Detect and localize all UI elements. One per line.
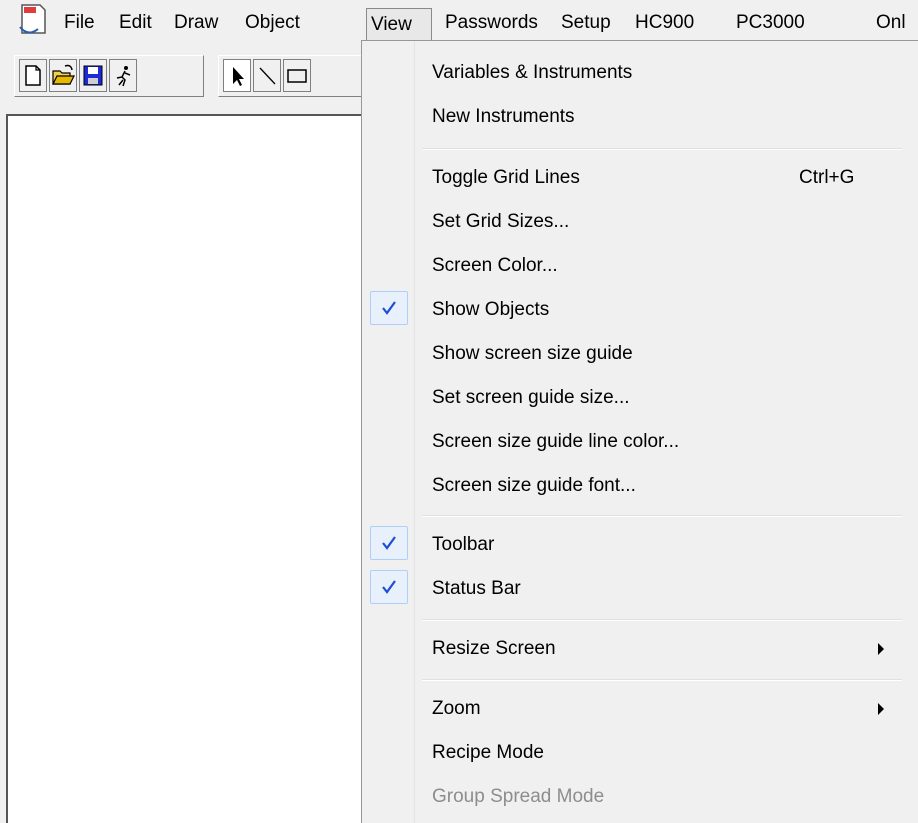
menu-item-set-grid-sizes[interactable]: Set Grid Sizes... — [362, 202, 918, 242]
menu-online[interactable]: Onl — [872, 9, 910, 39]
save-disk-icon — [83, 65, 103, 86]
menu-item-screen-size-guide-line-color[interactable]: Screen size guide line color... — [362, 422, 918, 462]
run-button[interactable] — [109, 59, 137, 92]
menu-item-label: Toolbar — [432, 534, 495, 555]
menu-item-label: Toggle Grid Lines — [432, 167, 580, 188]
menu-item-shortcut: Ctrl+G — [799, 167, 855, 188]
menu-item-group-spread-mode: Group Spread Mode — [362, 777, 918, 817]
menu-separator — [422, 679, 902, 681]
menu-item-label: Resize Screen — [432, 638, 556, 659]
menu-item-label: Screen size guide line color... — [432, 431, 680, 452]
menu-file[interactable]: File — [60, 9, 99, 39]
menu-bar: File Edit Draw Object View Passwords Set… — [0, 0, 918, 42]
menu-separator — [422, 515, 902, 517]
menu-setup[interactable]: Setup — [557, 9, 615, 39]
menu-item-label: Screen Color... — [432, 255, 558, 276]
menu-object[interactable]: Object — [241, 9, 304, 39]
menu-item-variables-instruments[interactable]: Variables & Instruments — [362, 53, 918, 93]
menu-view[interactable]: View — [366, 8, 432, 41]
menu-edit[interactable]: Edit — [115, 9, 156, 39]
app-document-icon[interactable] — [18, 3, 48, 37]
menu-item-show-objects[interactable]: Show Objects — [362, 290, 918, 330]
open-button[interactable] — [49, 59, 77, 92]
new-document-icon — [25, 65, 41, 86]
menu-item-screen-color[interactable]: Screen Color... — [362, 246, 918, 286]
rectangle-tool-icon — [287, 69, 307, 83]
view-menu-dropdown: Variables & Instruments New Instruments … — [361, 40, 918, 823]
menu-item-label: Show screen size guide — [432, 343, 633, 364]
menu-pc3000[interactable]: PC3000 — [732, 9, 809, 39]
menu-hc900[interactable]: HC900 — [631, 9, 698, 39]
menu-item-label: Show Objects — [432, 299, 550, 320]
menu-separator — [422, 619, 902, 621]
save-button[interactable] — [79, 59, 107, 92]
line-tool-icon — [259, 67, 276, 85]
file-toolbar-group — [14, 55, 204, 97]
menu-item-new-instruments[interactable]: New Instruments — [362, 97, 918, 137]
menu-item-label: Set screen guide size... — [432, 387, 630, 408]
drawing-canvas[interactable] — [6, 114, 366, 823]
run-icon — [116, 66, 131, 87]
select-tool-button[interactable] — [223, 59, 251, 92]
menu-item-label: Group Spread Mode — [432, 786, 605, 807]
menu-item-recipe-mode[interactable]: Recipe Mode — [362, 733, 918, 773]
menu-item-status-bar[interactable]: Status Bar — [362, 569, 918, 609]
menu-item-label: Recipe Mode — [432, 742, 544, 763]
checkmark-icon — [370, 526, 408, 560]
submenu-arrow-icon — [878, 643, 884, 655]
menu-passwords[interactable]: Passwords — [441, 9, 542, 39]
menu-item-toggle-grid-lines[interactable]: Toggle Grid Lines Ctrl+G — [362, 158, 918, 198]
menu-item-label: Status Bar — [432, 578, 521, 599]
menu-item-set-screen-guide-size[interactable]: Set screen guide size... — [362, 378, 918, 418]
draw-toolbar-group — [218, 55, 378, 97]
rectangle-tool-button[interactable] — [283, 59, 311, 92]
menu-item-label: Variables & Instruments — [432, 62, 633, 83]
menu-item-toolbar[interactable]: Toolbar — [362, 525, 918, 565]
checkmark-icon — [370, 570, 408, 604]
menu-item-label: Zoom — [432, 698, 481, 719]
menu-item-label: Screen size guide font... — [432, 475, 636, 496]
menu-item-zoom[interactable]: Zoom — [362, 689, 918, 729]
menu-item-label: New Instruments — [432, 106, 575, 127]
menu-draw[interactable]: Draw — [170, 9, 222, 39]
submenu-arrow-icon — [878, 703, 884, 715]
checkmark-icon — [370, 291, 408, 325]
line-tool-button[interactable] — [253, 59, 281, 92]
menu-separator — [422, 148, 902, 150]
menu-item-label: Set Grid Sizes... — [432, 211, 570, 232]
menu-item-screen-size-guide-font[interactable]: Screen size guide font... — [362, 466, 918, 506]
new-document-button[interactable] — [19, 59, 47, 92]
select-arrow-icon — [233, 67, 244, 86]
menu-item-resize-screen[interactable]: Resize Screen — [362, 629, 918, 669]
menu-item-show-screen-size-guide[interactable]: Show screen size guide — [362, 334, 918, 374]
open-folder-icon — [52, 64, 75, 85]
